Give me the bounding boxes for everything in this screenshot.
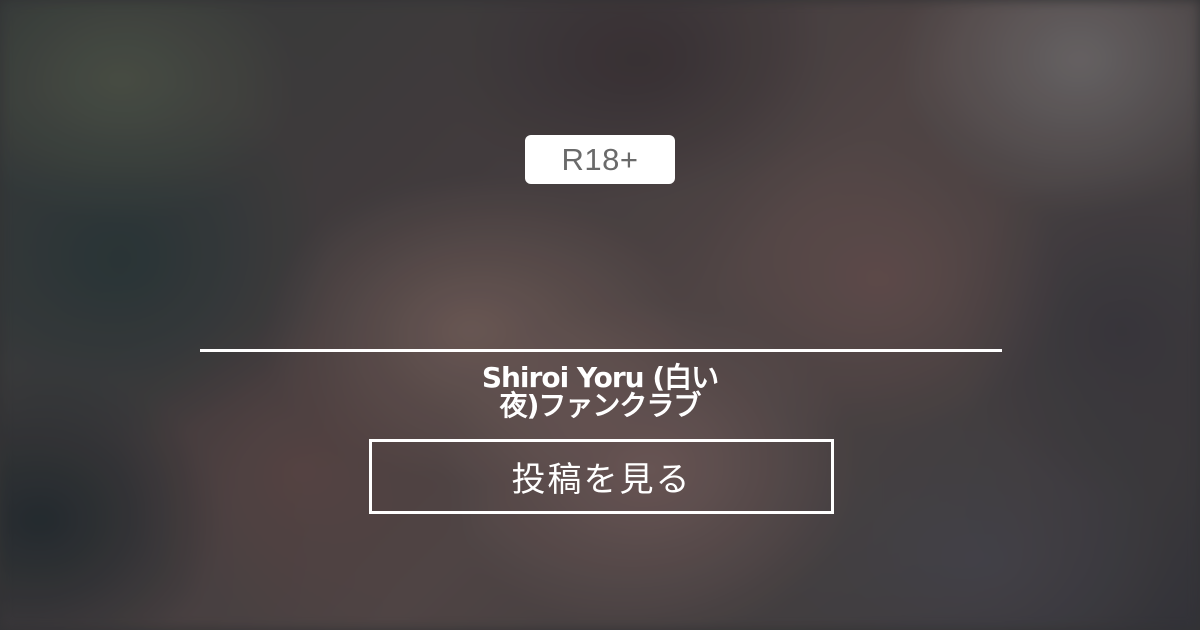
fanclub-title-line-1: Shiroi Yoru (白い (481, 361, 719, 394)
view-posts-label: 投稿を見る (511, 460, 692, 500)
fanclub-title: Shiroi Yoru (白い 夜)ファンクラブ (440, 364, 760, 420)
fanclub-title-line-2: 夜)ファンクラブ (499, 389, 702, 422)
age-rating-label: R18+ (561, 141, 639, 177)
age-rating-badge: R18+ (525, 135, 675, 184)
divider (200, 349, 1002, 352)
background-overlay (0, 0, 1200, 630)
share-card: R18+ Shiroi Yoru (白い 夜)ファンクラブ 投稿を見る (0, 0, 1200, 630)
view-posts-button[interactable]: 投稿を見る (369, 439, 834, 514)
